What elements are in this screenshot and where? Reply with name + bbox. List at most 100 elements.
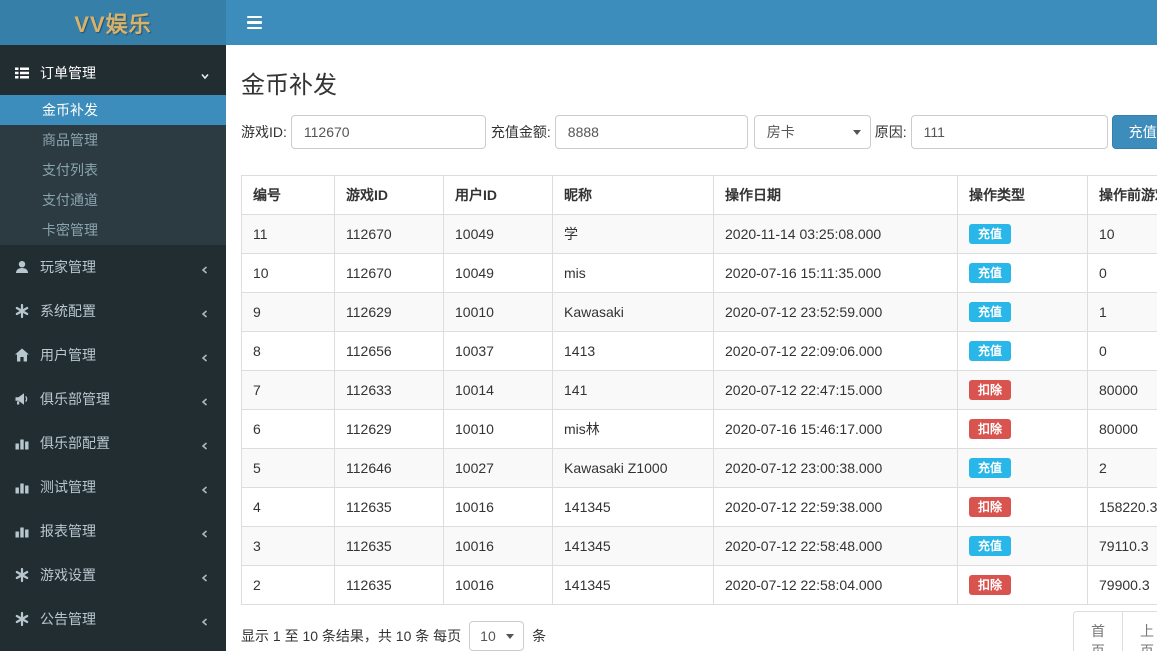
amount-input[interactable]: [554, 115, 748, 149]
op-type-badge: 充值: [969, 302, 1012, 322]
cell-game_id: 112633: [334, 370, 444, 410]
cell-op_type: 扣除: [957, 565, 1088, 605]
op-type-badge: 扣除: [969, 380, 1012, 400]
sidebar-subitem-goods[interactable]: 商品管理: [0, 125, 226, 155]
recharge-submit-button[interactable]: 充值: [1111, 115, 1157, 149]
bar-chart-icon: [15, 524, 30, 539]
chevron-down-icon: [506, 634, 515, 639]
cell-nickname: 1413: [552, 331, 714, 371]
cell-nickname: 141345: [552, 565, 714, 605]
sidebar-item-label: 公告管理: [40, 611, 96, 627]
cell-op_type: 充值: [957, 526, 1088, 566]
cell-date: 2020-07-12 22:58:04.000: [713, 565, 958, 605]
table-row: 10 112670 10049 mis 2020-07-16 15:11:35.000 充…: [241, 253, 1157, 293]
cell-nickname: 141345: [552, 487, 714, 527]
cell-op_type: 充值: [957, 448, 1088, 488]
currency-type-value: 房卡: [766, 124, 795, 140]
sidebar-item-report-mgmt[interactable]: 报表管理: [0, 509, 226, 553]
table-header-row: 编号游戏ID用户ID昵称操作日期操作类型操作前游戏币: [241, 175, 1157, 215]
asterisk-icon: [15, 612, 30, 627]
app-logo[interactable]: VV娱乐: [0, 0, 226, 45]
cell-nickname: 141345: [552, 526, 714, 566]
page-size-select[interactable]: 10: [469, 621, 525, 651]
table-row: 7 112633 10014 141 2020-07-12 22:47:15.000 扣除…: [241, 370, 1157, 410]
table-row: 2 112635 10016 141345 2020-07-12 22:58:04.00…: [241, 565, 1157, 605]
table-row: 6 112629 10010 mis林 2020-07-16 15:46:17.000 扣…: [241, 409, 1157, 449]
sidebar-item-test-mgmt[interactable]: 测试管理: [0, 465, 226, 509]
cell-id: 3: [241, 526, 335, 566]
sidebar-item-users[interactable]: 用户管理: [0, 333, 226, 377]
sidebar-item-system-config[interactable]: 系统配置: [0, 289, 226, 333]
sidebar-item-players[interactable]: 玩家管理: [0, 245, 226, 289]
reason-input[interactable]: [910, 115, 1108, 149]
sidebar-item-game-settings[interactable]: 游戏设置: [0, 553, 226, 597]
table-row: 8 112656 10037 1413 2020-07-12 22:09:06.000 充…: [241, 331, 1157, 371]
column-header: 编号: [241, 175, 335, 215]
cell-user_id: 10027: [443, 448, 553, 488]
sidebar: VV娱乐 订单管理金币补发 商品管理 支付列表 支付通道 卡密管理玩家管理系统配置用户管…: [0, 0, 226, 651]
sidebar-item-announcements[interactable]: 公告管理: [0, 597, 226, 641]
cell-date: 2020-07-12 22:59:38.000: [713, 487, 958, 527]
cell-before: 10: [1087, 214, 1157, 254]
cell-op_type: 扣除: [957, 487, 1088, 527]
cell-user_id: 10016: [443, 565, 553, 605]
game-id-input[interactable]: [290, 115, 486, 149]
asterisk-icon: [15, 304, 30, 319]
sidebar-item-orders[interactable]: 订单管理: [0, 51, 226, 95]
cell-nickname: Kawasaki: [552, 292, 714, 332]
currency-type-select[interactable]: 房卡: [753, 115, 871, 149]
bar-chart-icon: [15, 436, 30, 451]
sidebar-item-label: 订单管理: [40, 65, 96, 81]
bar-chart-icon: [15, 480, 30, 495]
cell-before: 2: [1087, 448, 1157, 488]
cell-before: 0: [1087, 253, 1157, 293]
chevron-left-icon: [199, 525, 211, 538]
cell-id: 4: [241, 487, 335, 527]
results-info-suffix: 条: [532, 628, 547, 644]
reason-label: 原因:: [874, 124, 907, 140]
cell-nickname: mis: [552, 253, 714, 293]
hamburger-menu-icon[interactable]: [243, 12, 266, 34]
op-type-badge: 充值: [969, 341, 1012, 361]
sidebar-item-label: 报表管理: [40, 523, 96, 539]
sidebar-item-label: 玩家管理: [40, 259, 96, 275]
column-header: 用户ID: [443, 175, 553, 215]
cell-date: 2020-07-12 23:00:38.000: [713, 448, 958, 488]
sidebar-subitem-pay-list[interactable]: 支付列表: [0, 155, 226, 185]
cell-op_type: 充值: [957, 292, 1088, 332]
chevron-left-icon: [199, 437, 211, 450]
cell-id: 7: [241, 370, 335, 410]
cell-date: 2020-07-12 23:52:59.000: [713, 292, 958, 332]
results-info-prefix: 显示 1 至 10 条结果，共 10 条 每页: [241, 628, 462, 644]
cell-before: 80000: [1087, 409, 1157, 449]
app-logo-text: VV娱乐: [74, 11, 152, 37]
sidebar-item-label: 游戏设置: [40, 567, 96, 583]
cell-before: 80000: [1087, 370, 1157, 410]
cell-game_id: 112635: [334, 526, 444, 566]
sidebar-item-club-mgmt[interactable]: 俱乐部管理: [0, 377, 226, 421]
sidebar-item-label: 系统配置: [40, 303, 96, 319]
sidebar-item-club-config[interactable]: 俱乐部配置: [0, 421, 226, 465]
cell-id: 10: [241, 253, 335, 293]
sidebar-item-label: 测试管理: [40, 479, 96, 495]
prev-page-button[interactable]: 上页: [1122, 611, 1157, 651]
cell-user_id: 10016: [443, 526, 553, 566]
first-page-button[interactable]: 首页: [1073, 611, 1123, 651]
chevron-down-icon: [852, 130, 861, 135]
cell-id: 5: [241, 448, 335, 488]
sidebar-subitem-card-keys[interactable]: 卡密管理: [0, 215, 226, 245]
sidebar-subitem-pay-channel[interactable]: 支付通道: [0, 185, 226, 215]
game-id-label: 游戏ID:: [241, 124, 287, 140]
cell-user_id: 10049: [443, 253, 553, 293]
cell-op_type: 扣除: [957, 409, 1088, 449]
cell-before: 1: [1087, 292, 1157, 332]
cell-date: 2020-07-12 22:47:15.000: [713, 370, 958, 410]
sidebar-subitem-gold-reissue[interactable]: 金币补发: [0, 95, 226, 125]
column-header: 昵称: [552, 175, 714, 215]
chevron-left-icon: [199, 393, 211, 406]
cell-game_id: 112635: [334, 565, 444, 605]
sidebar-menu: 订单管理金币补发 商品管理 支付列表 支付通道 卡密管理玩家管理系统配置用户管理俱乐部管…: [0, 45, 226, 641]
sidebar-item-label: 用户管理: [40, 347, 96, 363]
sidebar-item-label: 俱乐部管理: [40, 391, 110, 407]
cell-date: 2020-07-16 15:11:35.000: [713, 253, 958, 293]
